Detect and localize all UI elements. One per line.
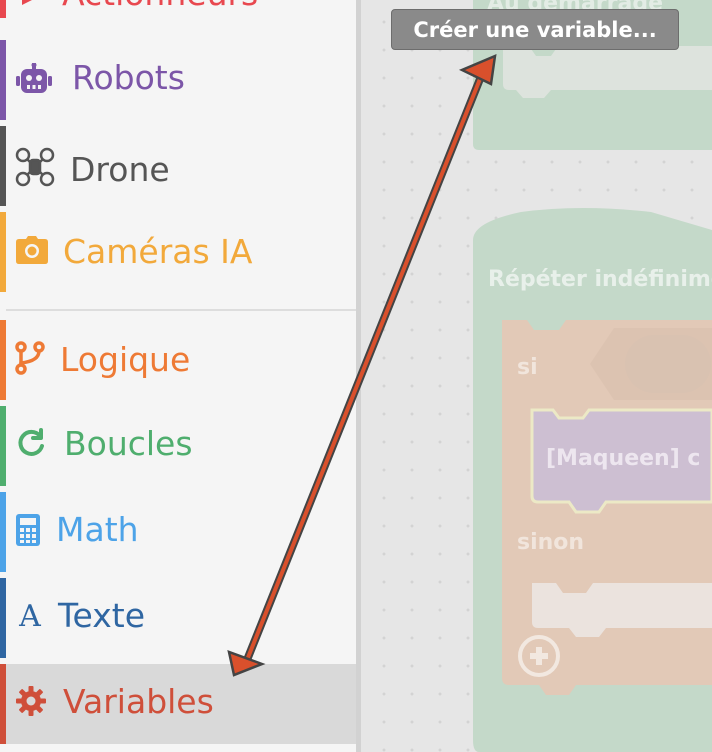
category-color-bar bbox=[0, 406, 6, 486]
category-color-bar bbox=[0, 0, 6, 18]
category-color-bar bbox=[0, 212, 6, 292]
actuator-icon bbox=[14, 0, 46, 18]
create-variable-tooltip[interactable]: Créer une variable... bbox=[391, 9, 679, 50]
category-color-bar bbox=[0, 40, 6, 120]
category-color-bar bbox=[0, 492, 6, 572]
category-color-bar bbox=[0, 126, 6, 206]
category-color-bar bbox=[0, 320, 6, 400]
category-drone[interactable]: Drone bbox=[0, 126, 356, 206]
category-label: Logique bbox=[60, 340, 191, 379]
block-workspace[interactable]: Au démarrage Répéter indéfiniment si [Ma… bbox=[361, 0, 712, 752]
gear-icon bbox=[14, 684, 48, 718]
category-label: Robots bbox=[72, 58, 185, 97]
repeat-block-label: Répéter indéfiniment bbox=[488, 267, 712, 292]
drone-icon bbox=[14, 146, 56, 188]
category-label: Variables bbox=[63, 682, 214, 721]
category-label: Caméras IA bbox=[63, 232, 253, 271]
category-label: Actionneurs bbox=[62, 0, 258, 13]
toolbox-sidebar: Actionneurs Robots bbox=[0, 0, 356, 752]
branch-icon bbox=[14, 340, 46, 376]
category-actionneurs[interactable]: Actionneurs bbox=[0, 0, 356, 18]
category-cameras-ia[interactable]: Caméras IA bbox=[0, 212, 356, 292]
category-label: Texte bbox=[58, 596, 146, 635]
category-boucles[interactable]: Boucles bbox=[0, 406, 356, 486]
repeat-forever-block[interactable]: Répéter indéfiniment si [Maqueen] c sino… bbox=[473, 208, 712, 752]
category-logique[interactable]: Logique bbox=[0, 320, 356, 400]
category-label: Boucles bbox=[64, 424, 193, 463]
category-label: Drone bbox=[70, 150, 170, 189]
svg-text:A: A bbox=[18, 600, 41, 630]
blocks-layer: Au démarrage Répéter indéfiniment si [Ma… bbox=[473, 0, 712, 752]
category-math[interactable]: Math bbox=[0, 492, 356, 572]
category-color-bar bbox=[0, 664, 6, 744]
camera-icon bbox=[14, 232, 50, 268]
text-icon: A bbox=[14, 598, 46, 632]
if-else-block[interactable]: si [Maqueen] c sinon bbox=[502, 320, 712, 695]
category-robots[interactable]: Robots bbox=[0, 40, 356, 120]
category-label: Math bbox=[56, 510, 139, 549]
loop-icon bbox=[14, 426, 48, 460]
if-label: si bbox=[517, 355, 538, 380]
robot-icon bbox=[14, 60, 54, 100]
calculator-icon bbox=[14, 512, 42, 548]
maqueen-block-label: [Maqueen] c bbox=[546, 446, 700, 471]
category-color-bar bbox=[0, 578, 6, 658]
category-variables[interactable]: Variables bbox=[0, 664, 356, 744]
category-texte[interactable]: A Texte bbox=[0, 578, 356, 658]
toolbox-separator bbox=[6, 309, 356, 311]
else-label: sinon bbox=[517, 530, 584, 555]
